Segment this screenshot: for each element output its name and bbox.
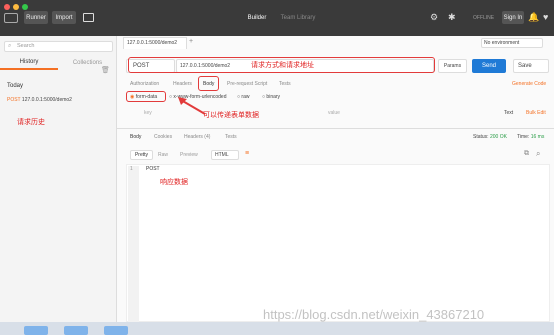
annotation-form-data: 可以传递表单数据: [203, 112, 259, 119]
time-label: Time:: [517, 134, 530, 140]
response-tab-body[interactable]: Body: [130, 134, 141, 140]
radio-binary-label: binary: [266, 94, 281, 100]
search-icon: ⌕: [8, 43, 12, 49]
copy-icon[interactable]: ⧉: [524, 150, 529, 158]
line-number: 1: [130, 166, 133, 172]
team-library-tab[interactable]: Team Library: [276, 11, 320, 24]
history-group-label: Today: [7, 83, 24, 89]
view-pretty[interactable]: Pretty: [130, 150, 153, 160]
sidebar: Search ⌕ History Collections 🗑 Today POS…: [0, 36, 117, 322]
time-value: 16 ms: [530, 134, 545, 140]
trash-icon[interactable]: 🗑: [101, 66, 110, 74]
params-button[interactable]: Params: [438, 59, 467, 73]
builder-tab[interactable]: Builder: [240, 11, 274, 24]
view-raw[interactable]: Raw: [158, 152, 168, 158]
app-toolbar: Runner Import Builder Team Library ⚙ ✱ O…: [0, 0, 554, 36]
new-tab-icon[interactable]: [83, 13, 94, 22]
bulk-edit-link[interactable]: Bulk Edit: [526, 110, 546, 116]
watermark: https://blog.csdn.net/weixin_43867210: [263, 307, 485, 322]
annotation-response: 响应数据: [160, 179, 188, 186]
new-button-icon[interactable]: [4, 13, 18, 23]
tab-headers[interactable]: Headers: [173, 81, 192, 87]
value-input[interactable]: value: [328, 110, 340, 116]
notifications-icon[interactable]: 🔔: [528, 12, 539, 23]
divider: [117, 128, 554, 129]
taskbar-app-2[interactable]: [64, 326, 88, 335]
sign-in-button[interactable]: Sign In: [502, 11, 524, 24]
status-label: Status:: [473, 134, 489, 140]
view-preview[interactable]: Preview: [180, 152, 198, 158]
line-gutter: [128, 166, 139, 322]
tab-tests[interactable]: Tests: [279, 81, 291, 87]
response-tab-headers[interactable]: Headers (4): [184, 134, 210, 140]
minimize-window-button[interactable]: [13, 4, 19, 10]
response-tab-tests[interactable]: Tests: [225, 134, 237, 140]
status-value: 200 OK: [489, 134, 507, 140]
tab-pre-request-script[interactable]: Pre-request Script: [227, 81, 267, 87]
heart-icon[interactable]: ♥: [543, 12, 548, 22]
send-button[interactable]: Send: [472, 59, 506, 73]
environment-select[interactable]: No environment: [481, 38, 543, 48]
annotation-method-url: 请求方式和请求地址: [251, 62, 314, 69]
runner-button[interactable]: Runner: [24, 11, 48, 24]
tab-history[interactable]: History: [0, 56, 58, 70]
radio-raw-label: raw: [241, 94, 250, 100]
history-item-method: POST: [7, 97, 21, 103]
history-item[interactable]: POST 127.0.0.1:5000/demo2: [7, 97, 72, 103]
request-tab[interactable]: 127.0.0.1:5000/demo2: [123, 37, 187, 49]
type-select[interactable]: Text: [504, 110, 513, 116]
wrap-icon[interactable]: ≡: [245, 150, 249, 157]
search-response-icon[interactable]: ⌕: [536, 149, 540, 159]
response-tab-cookies[interactable]: Cookies: [154, 134, 172, 140]
search-input[interactable]: Search: [4, 41, 113, 52]
annotation-box-body: [198, 76, 219, 91]
format-select[interactable]: HTML: [211, 150, 239, 160]
taskbar: [0, 322, 554, 335]
history-item-url: 127.0.0.1:5000/demo2: [21, 97, 72, 103]
radio-binary[interactable]: ○ binary: [262, 94, 280, 100]
generate-code-link[interactable]: Generate Code: [512, 81, 546, 87]
offline-status: OFFLINE: [473, 15, 495, 21]
response-time: Time: 16 ms: [517, 134, 544, 140]
add-tab-icon[interactable]: +: [189, 38, 193, 45]
key-input[interactable]: key: [144, 110, 152, 116]
response-body: [126, 164, 550, 322]
radio-raw[interactable]: ○ raw: [237, 94, 249, 100]
close-window-button[interactable]: [4, 4, 10, 10]
response-status: Status: 200 OK: [473, 134, 507, 140]
response-content: POST: [146, 166, 160, 172]
annotation-history: 请求历史: [17, 119, 45, 126]
sync-icon[interactable]: ⚙: [430, 12, 440, 22]
annotation-box-form-data: [126, 91, 166, 102]
taskbar-app-1[interactable]: [24, 326, 48, 335]
request-builder: 127.0.0.1:5000/demo2 + No environment PO…: [117, 36, 554, 322]
import-button[interactable]: Import: [52, 11, 76, 24]
taskbar-app-3[interactable]: [104, 326, 128, 335]
save-button[interactable]: Save: [513, 59, 549, 73]
maximize-window-button[interactable]: [22, 4, 28, 10]
settings-icon[interactable]: ✱: [448, 12, 458, 22]
tab-authorization[interactable]: Authorization: [130, 81, 159, 87]
